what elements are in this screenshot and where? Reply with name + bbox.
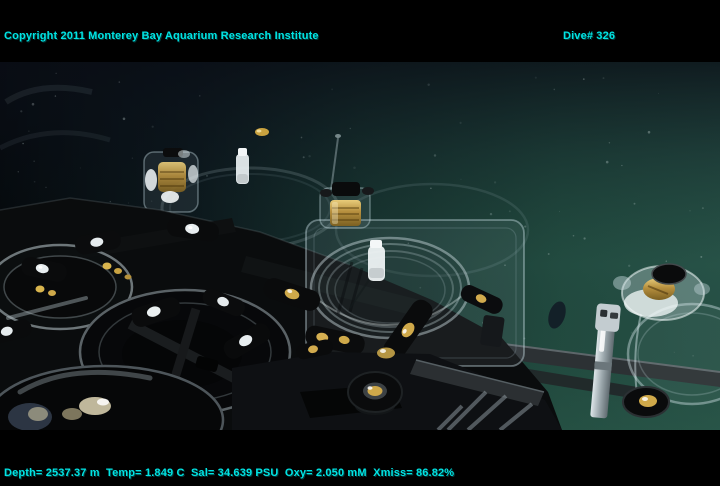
mbari-video-still: Copyright 2011 Monterey Bay Aquarium Res… <box>0 0 720 486</box>
dive-number: Dive# 326 <box>563 29 687 43</box>
sensor-readout-line: Depth= 2537.37 m Temp= 1.849 C Sal= 34.6… <box>4 466 454 480</box>
underwater-scene <box>0 62 720 430</box>
video-frame <box>0 62 720 430</box>
sampler-top-left <box>144 148 198 212</box>
copyright-line: Copyright 2011 Monterey Bay Aquarium Res… <box>4 29 343 43</box>
